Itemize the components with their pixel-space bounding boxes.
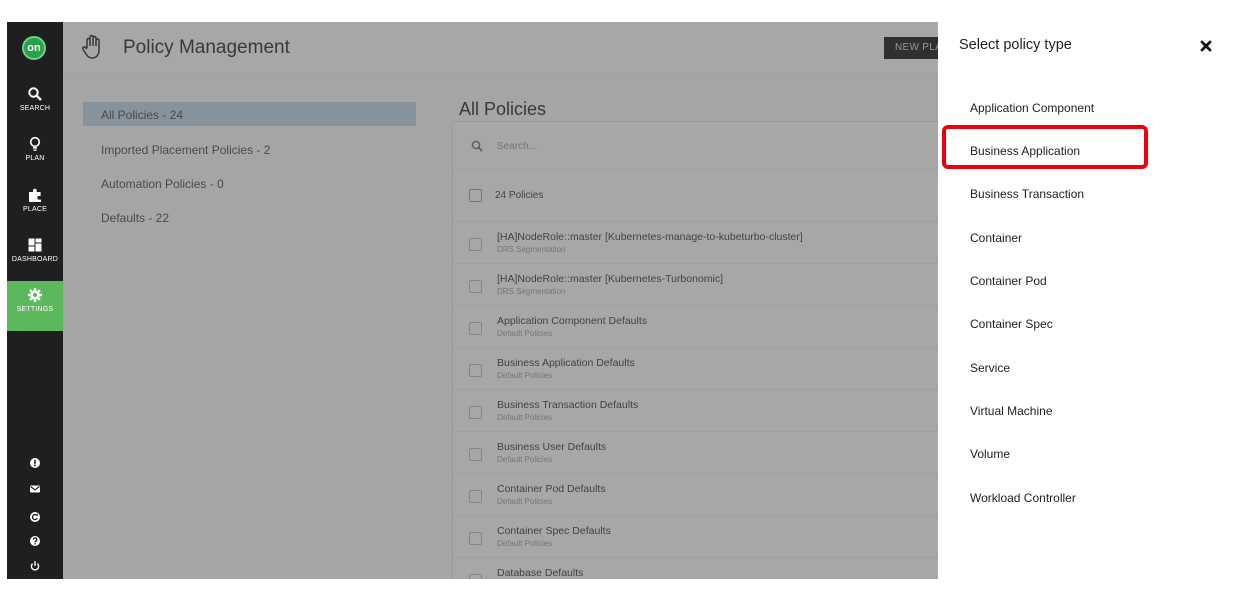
puzzle-icon <box>29 188 41 202</box>
policy-type-option[interactable]: Service <box>970 361 1010 375</box>
power-icon[interactable] <box>29 560 41 572</box>
policy-type-option[interactable]: Business Transaction <box>970 187 1084 201</box>
gear-icon <box>28 288 42 302</box>
nav-settings[interactable]: SETTINGS <box>7 281 63 331</box>
policy-type-option[interactable]: Container <box>970 231 1022 245</box>
nav-label: DASHBOARD <box>11 256 59 263</box>
dashboard-icon <box>28 238 42 252</box>
policy-type-option[interactable]: Volume <box>970 447 1010 461</box>
refresh-icon[interactable] <box>29 511 41 523</box>
alert-icon[interactable] <box>29 457 41 469</box>
nav-search[interactable]: SEARCH <box>7 80 63 130</box>
left-nav: on SEARCH PLAN PLACE DASHBOARD SETTINGS <box>7 22 63 579</box>
nav-label: SEARCH <box>19 105 51 112</box>
lightbulb-icon <box>29 136 41 151</box>
search-icon <box>28 87 42 101</box>
modal-overlay[interactable] <box>63 22 938 579</box>
nav-label: PLAN <box>25 155 45 162</box>
help-icon[interactable] <box>29 535 41 547</box>
close-icon[interactable] <box>1200 40 1212 52</box>
policy-type-option[interactable]: Container Pod <box>970 274 1047 288</box>
nav-label: PLACE <box>23 206 47 213</box>
mail-icon[interactable] <box>29 483 41 495</box>
policy-type-option[interactable]: Business Application <box>970 144 1080 158</box>
policy-type-option[interactable]: Container Spec <box>970 317 1053 331</box>
nav-place[interactable]: PLACE <box>7 181 63 231</box>
logo[interactable]: on <box>22 36 46 60</box>
nav-dashboard[interactable]: DASHBOARD <box>7 231 63 281</box>
policy-type-option[interactable]: Application Component <box>970 101 1094 115</box>
policy-type-option[interactable]: Virtual Machine <box>970 404 1053 418</box>
app-window: on SEARCH PLAN PLACE DASHBOARD SETTINGS <box>7 22 1233 579</box>
policy-type-option[interactable]: Workload Controller <box>970 491 1076 505</box>
policy-type-panel: Select policy type Application Component… <box>938 22 1233 579</box>
main-content: Policy Management NEW PLA All Policies -… <box>63 22 938 579</box>
nav-plan[interactable]: PLAN <box>7 130 63 180</box>
nav-label: SETTINGS <box>16 306 54 313</box>
panel-title: Select policy type <box>959 37 1072 53</box>
